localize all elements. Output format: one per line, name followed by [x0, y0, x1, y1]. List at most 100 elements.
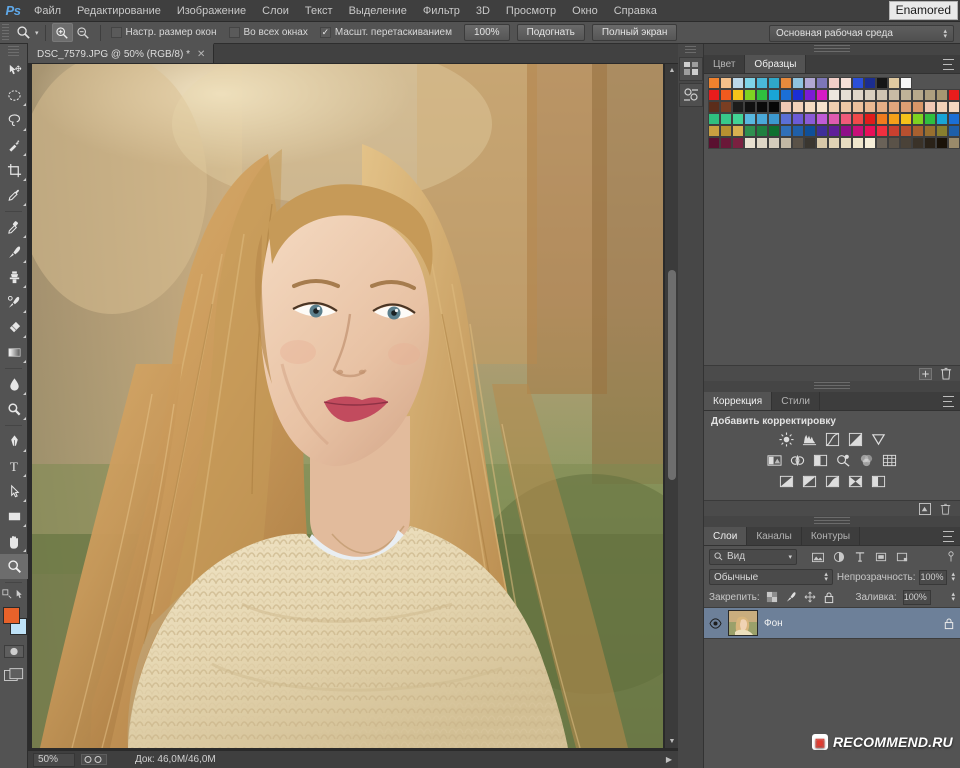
status-bar-menu-icon[interactable]: ▶ [666, 755, 672, 764]
tab-layers[interactable]: Слои [704, 527, 748, 545]
swatch[interactable] [792, 137, 804, 149]
document-tab[interactable]: DSC_7579.JPG @ 50% (RGB/8) * ✕ [28, 43, 215, 63]
lock-image-icon[interactable] [785, 591, 797, 603]
eraser-tool[interactable] [0, 315, 28, 340]
gradient-map-icon[interactable] [847, 473, 864, 489]
more-tools-icon[interactable] [15, 589, 25, 599]
checkbox-resize-windows[interactable]: Настр. размер окон [110, 27, 217, 38]
swatch[interactable] [804, 137, 816, 149]
swatch[interactable] [912, 89, 924, 101]
swatch[interactable] [924, 101, 936, 113]
swatch[interactable] [708, 125, 720, 137]
blur-tool[interactable] [0, 372, 28, 397]
swatch[interactable] [828, 77, 840, 89]
swatch[interactable] [792, 101, 804, 113]
swatch[interactable] [768, 89, 780, 101]
checkbox-box[interactable] [228, 27, 240, 38]
checkbox-scrubby-zoom[interactable]: ✓ Масшт. перетаскиванием [319, 27, 452, 38]
swatch[interactable] [924, 89, 936, 101]
swatch[interactable] [780, 89, 792, 101]
swatch[interactable] [804, 113, 816, 125]
tab-channels[interactable]: Каналы [747, 527, 802, 545]
options-bar-grip[interactable] [2, 23, 9, 42]
swatch[interactable] [852, 125, 864, 137]
swatch-grid[interactable] [708, 89, 960, 149]
hand-tool[interactable] [0, 529, 28, 554]
layer-filter-select[interactable]: Вид ▾ [709, 548, 797, 565]
lock-all-icon[interactable] [823, 591, 835, 604]
swatch[interactable] [900, 77, 912, 89]
edit-toolbar-icon[interactable] [2, 589, 12, 599]
swatch[interactable] [792, 77, 804, 89]
swatch[interactable] [756, 125, 768, 137]
document-info-icon[interactable] [81, 754, 107, 765]
checkbox-box[interactable] [110, 27, 122, 38]
menu-item-help[interactable]: Справка [606, 0, 665, 22]
smart-object-filter-icon[interactable] [896, 551, 908, 563]
menu-item-image[interactable]: Изображение [169, 0, 254, 22]
brush-tool[interactable] [0, 240, 28, 265]
menu-item-file[interactable]: Файл [26, 0, 69, 22]
swatch[interactable] [876, 89, 888, 101]
selective-color-icon[interactable] [870, 473, 887, 489]
swatch[interactable] [852, 113, 864, 125]
swatch[interactable] [900, 113, 912, 125]
crop-tool[interactable] [0, 158, 28, 183]
swatch[interactable] [804, 101, 816, 113]
swatch[interactable] [864, 101, 876, 113]
toolbox-grip[interactable] [8, 46, 19, 56]
swatch[interactable] [732, 89, 744, 101]
swatch[interactable] [888, 125, 900, 137]
tab-paths[interactable]: Контуры [801, 527, 861, 545]
swatch[interactable] [744, 137, 756, 149]
swatch[interactable] [744, 113, 756, 125]
swatch[interactable] [840, 137, 852, 149]
swatch[interactable] [888, 77, 900, 89]
zoom-100-button[interactable]: 100% [464, 24, 510, 41]
menu-item-view[interactable]: Просмотр [498, 0, 564, 22]
layer-name[interactable]: Фон [764, 618, 783, 629]
swatch[interactable] [756, 113, 768, 125]
properties-panel-icon[interactable] [679, 83, 703, 107]
menu-item-edit[interactable]: Редактирование [69, 0, 169, 22]
swatch[interactable] [864, 125, 876, 137]
delete-swatch-icon[interactable] [940, 367, 952, 380]
swatch[interactable] [912, 125, 924, 137]
swatch[interactable] [708, 137, 720, 149]
checkbox-box[interactable]: ✓ [319, 27, 331, 38]
swatch[interactable] [852, 77, 864, 89]
swatch-row-recent[interactable] [708, 77, 956, 89]
swatch[interactable] [720, 137, 732, 149]
swatch[interactable] [864, 77, 876, 89]
swatch[interactable] [720, 77, 732, 89]
zoom-icon[interactable] [12, 24, 34, 42]
swatch[interactable] [840, 101, 852, 113]
swatch[interactable] [840, 89, 852, 101]
zoom-level-field[interactable]: 50% [33, 752, 75, 767]
history-brush-tool[interactable] [0, 290, 28, 315]
adjustment-filter-icon[interactable] [833, 551, 845, 563]
black-white-icon[interactable] [812, 452, 829, 468]
swatch[interactable] [744, 77, 756, 89]
swatch[interactable] [912, 137, 924, 149]
swatch[interactable] [756, 89, 768, 101]
swatch[interactable] [732, 125, 744, 137]
panel-menu-icon[interactable] [943, 531, 955, 542]
swatch[interactable] [744, 89, 756, 101]
swatch[interactable] [828, 113, 840, 125]
foreground-color-chip[interactable] [3, 607, 20, 624]
swatch[interactable] [936, 125, 948, 137]
menu-item-3d[interactable]: 3D [468, 0, 498, 22]
swatch[interactable] [720, 89, 732, 101]
posterize-icon[interactable] [801, 473, 818, 489]
document-canvas[interactable] [32, 64, 663, 748]
swatch[interactable] [876, 113, 888, 125]
swatch[interactable] [720, 113, 732, 125]
dodge-tool[interactable] [0, 397, 28, 422]
delete-adjustment-icon[interactable] [940, 503, 951, 515]
fit-screen-button[interactable]: Подогнать [516, 24, 585, 41]
marquee-tool[interactable] [0, 83, 28, 108]
swatch[interactable] [888, 101, 900, 113]
menu-item-select[interactable]: Выделение [341, 0, 415, 22]
swatch[interactable] [744, 125, 756, 137]
